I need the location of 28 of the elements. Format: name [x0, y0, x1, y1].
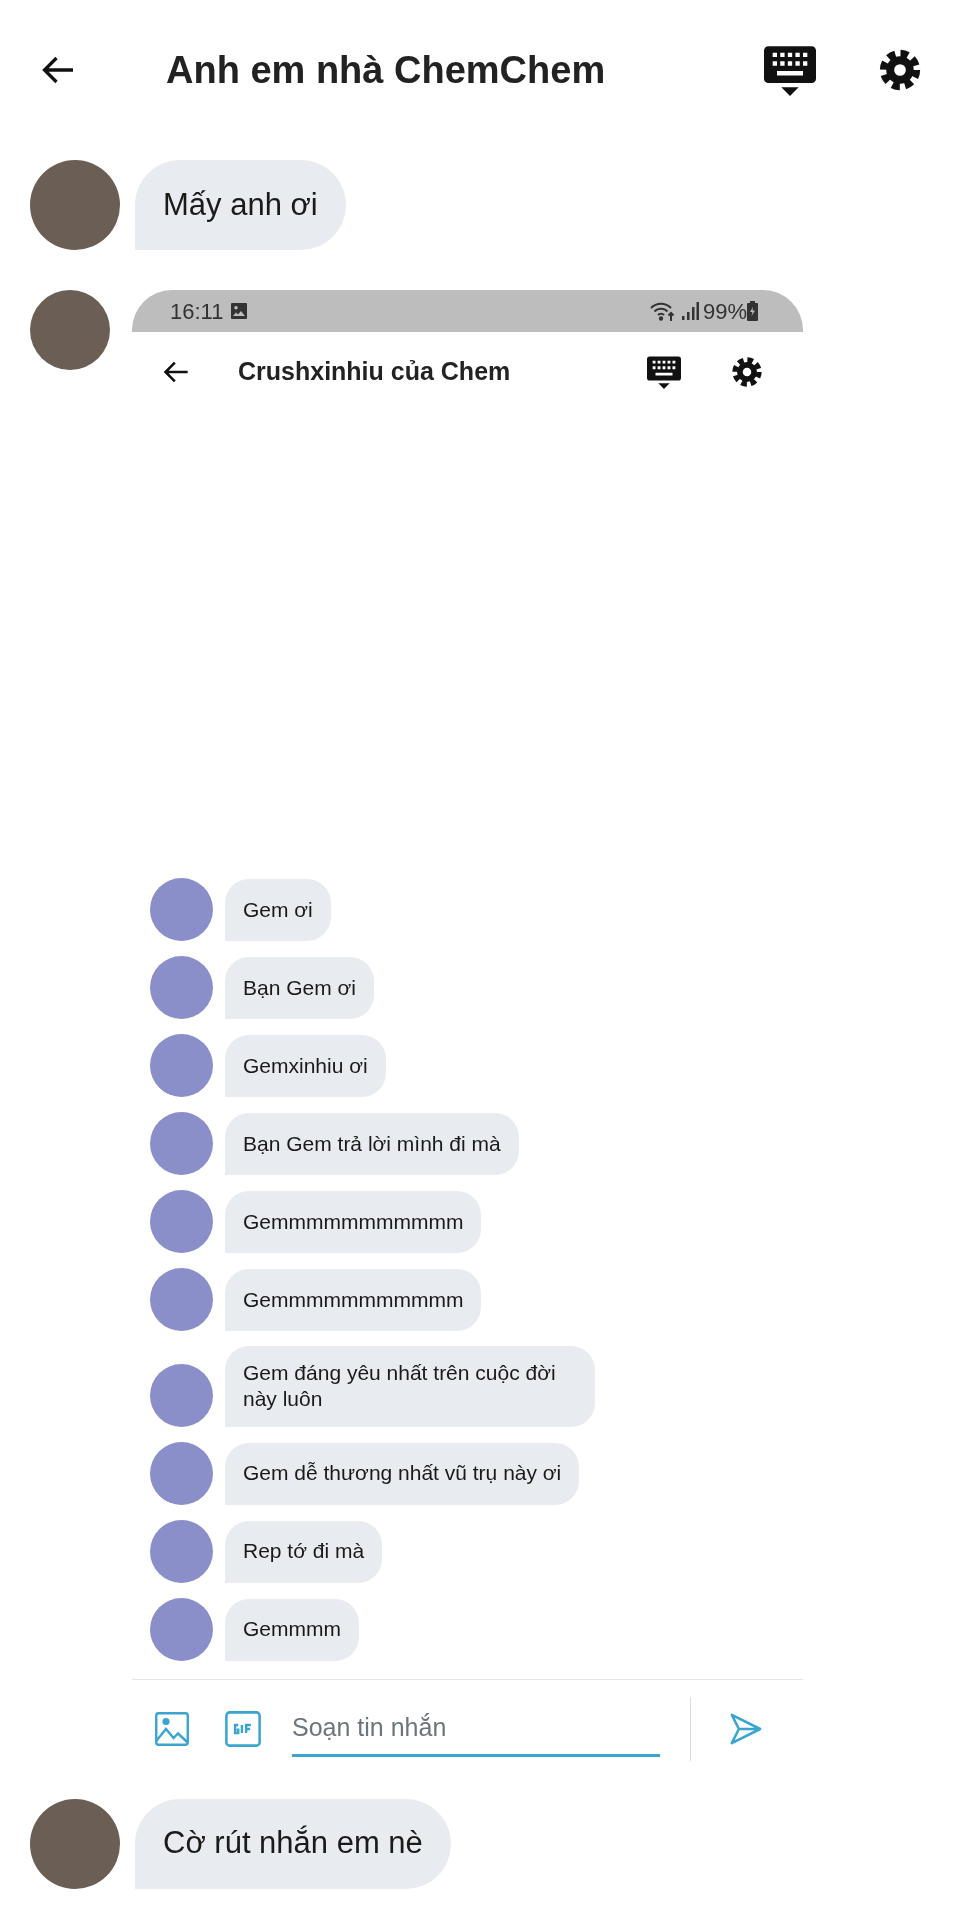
gif-icon[interactable] [224, 1710, 262, 1748]
message-bubble: Gem dễ thương nhất vũ trụ này ơi [225, 1442, 580, 1505]
message-bubble: Gemmmmmmmmmmm [225, 1191, 482, 1253]
battery-percent: 99% [702, 297, 747, 326]
message-bubble: Rep tớ đi mà [225, 1520, 383, 1583]
wifi-icon [648, 300, 675, 322]
message-bubble: Gemmmm [225, 1598, 359, 1661]
image-icon [229, 301, 250, 321]
message-bubble: Mấy anh ơi [135, 160, 346, 250]
keyboard-icon[interactable] [764, 44, 816, 96]
settings-icon[interactable] [878, 48, 922, 92]
message-bubble: Cờ rút nhắn em nè [135, 1798, 451, 1889]
send-icon[interactable] [729, 1712, 763, 1746]
keyboard-icon[interactable] [647, 355, 681, 389]
status-time: 16:11 [170, 297, 224, 326]
message-bubble: Gemxinhiu ơi [225, 1035, 386, 1097]
message-bubble: Gemmmmmmmmmmm [225, 1269, 482, 1331]
message-bubble: Gem đáng yêu nhất trên cuộc đời này luôn [225, 1346, 595, 1427]
image-icon[interactable] [154, 1711, 190, 1747]
settings-icon[interactable] [731, 356, 763, 388]
message-input[interactable]: Soạn tin nhắn [292, 1701, 660, 1757]
signal-icon [680, 301, 699, 321]
chat-title: Anh em nhà ChemChem [166, 47, 607, 93]
message-bubble: Bạn Gem trả lời mình đi mà [225, 1113, 519, 1175]
chat-title: Crushxinhiu của Chem [238, 356, 512, 388]
message-bubble: Bạn Gem ơi [225, 957, 374, 1019]
message-bubble: Gem ơi [225, 879, 331, 941]
battery-icon [747, 301, 758, 321]
